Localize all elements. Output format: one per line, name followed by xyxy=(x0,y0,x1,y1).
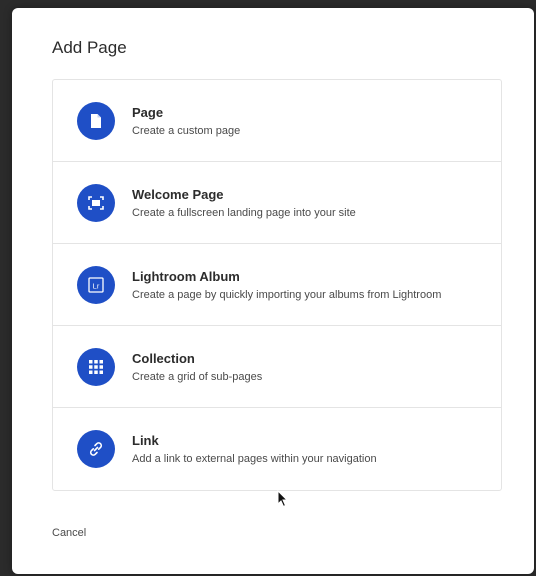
page-icon xyxy=(77,102,115,140)
option-welcome-page[interactable]: Welcome Page Create a fullscreen landing… xyxy=(53,162,501,244)
welcome-page-icon xyxy=(77,184,115,222)
add-page-dialog: Add Page Page Create a custom page Welco… xyxy=(12,8,534,574)
lightroom-icon-text: Lr xyxy=(93,282,100,291)
option-description: Add a link to external pages within your… xyxy=(132,453,377,465)
grid-icon xyxy=(77,348,115,386)
option-page[interactable]: Page Create a custom page xyxy=(53,80,501,162)
option-description: Create a fullscreen landing page into yo… xyxy=(132,207,356,219)
option-name: Welcome Page xyxy=(132,187,224,202)
page-type-list: Page Create a custom page Welcome Page C… xyxy=(52,79,502,491)
option-description: Create a page by quickly importing your … xyxy=(132,289,442,301)
option-name: Lightroom Album xyxy=(132,269,240,284)
lightroom-icon: Lr xyxy=(77,266,115,304)
option-name: Collection xyxy=(132,351,195,366)
dialog-title: Add Page xyxy=(52,38,127,57)
option-name: Link xyxy=(132,433,159,448)
option-link[interactable]: Link Add a link to external pages within… xyxy=(53,408,501,490)
mouse-cursor-icon xyxy=(277,490,289,508)
option-description: Create a custom page xyxy=(132,125,241,137)
option-name: Page xyxy=(132,105,164,120)
option-description: Create a grid of sub-pages xyxy=(132,371,263,383)
link-icon xyxy=(77,430,115,468)
option-collection[interactable]: Collection Create a grid of sub-pages xyxy=(53,326,501,408)
option-lightroom-album[interactable]: Lr Lightroom Album Create a page by quic… xyxy=(53,244,501,326)
cancel-button[interactable]: Cancel xyxy=(52,527,86,539)
